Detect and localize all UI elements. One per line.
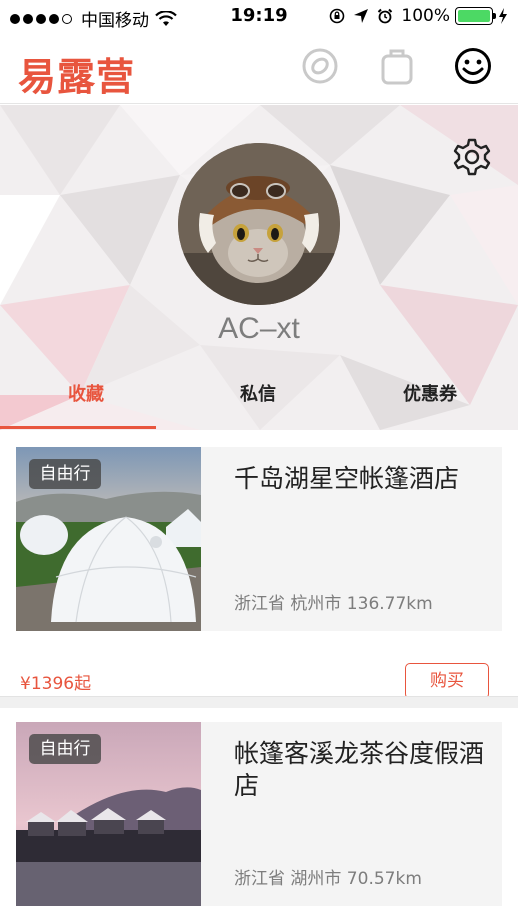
- list-item[interactable]: 自由行 千岛湖星空帐篷酒店 浙江省 杭州市 136.77km ¥1396起 购买: [0, 447, 518, 709]
- smiley-profile-icon[interactable]: [453, 46, 493, 86]
- bag-icon[interactable]: [377, 46, 417, 86]
- top-navigation-bar: 易露营: [0, 34, 518, 104]
- favorites-list: 自由行 千岛湖星空帐篷酒店 浙江省 杭州市 136.77km ¥1396起 购买: [0, 430, 518, 920]
- status-bar: 中国移动 19:19 100%: [0, 0, 518, 34]
- rotation-lock-icon: [330, 8, 345, 24]
- trip-type-tag: 自由行: [29, 734, 101, 764]
- location-arrow-icon: [354, 9, 369, 23]
- listing-info[interactable]: 千岛湖星空帐篷酒店 浙江省 杭州市 136.77km: [201, 447, 502, 631]
- tab-coupons-label: 优惠券: [403, 384, 457, 405]
- listing-price: ¥1396起: [20, 674, 92, 694]
- charging-bolt-icon: [499, 8, 507, 24]
- tab-favorites[interactable]: 收藏: [0, 380, 172, 430]
- discover-icon[interactable]: [300, 46, 340, 86]
- tab-favorites-label: 收藏: [68, 384, 104, 405]
- list-item[interactable]: 自由行 帐篷客溪龙茶谷度假酒店 浙江省 湖州市 70.57km: [0, 722, 518, 920]
- buy-button[interactable]: 购买: [405, 663, 489, 699]
- active-tab-indicator: [0, 426, 156, 429]
- card-divider: [0, 696, 518, 708]
- alarm-icon: [378, 8, 393, 24]
- listing-info[interactable]: 帐篷客溪龙茶谷度假酒店 浙江省 湖州市 70.57km: [201, 722, 502, 906]
- listing-title: 帐篷客溪龙茶谷度假酒店: [234, 739, 485, 800]
- tab-messages-label: 私信: [240, 384, 276, 405]
- app-logo[interactable]: 易露营: [18, 46, 135, 101]
- status-right: 100%: [329, 6, 508, 26]
- settings-gear-icon[interactable]: [452, 137, 492, 177]
- battery-icon: [455, 7, 496, 25]
- listing-location: 浙江省 杭州市 136.77km: [234, 594, 433, 614]
- listing-location: 浙江省 湖州市 70.57km: [234, 869, 422, 889]
- listing-title: 千岛湖星空帐篷酒店: [234, 464, 460, 493]
- tab-coupons[interactable]: 优惠券: [344, 380, 516, 430]
- battery-percent: 100%: [401, 6, 450, 26]
- trip-type-tag: 自由行: [29, 459, 101, 489]
- tab-messages[interactable]: 私信: [172, 380, 344, 430]
- cat-avatar-image: [178, 143, 340, 305]
- user-avatar[interactable]: [178, 143, 340, 305]
- username: AC–xt: [218, 312, 300, 345]
- profile-tabs: 收藏 私信 优惠券: [0, 380, 518, 430]
- profile-banner: AC–xt 收藏 私信 优惠券: [0, 105, 518, 430]
